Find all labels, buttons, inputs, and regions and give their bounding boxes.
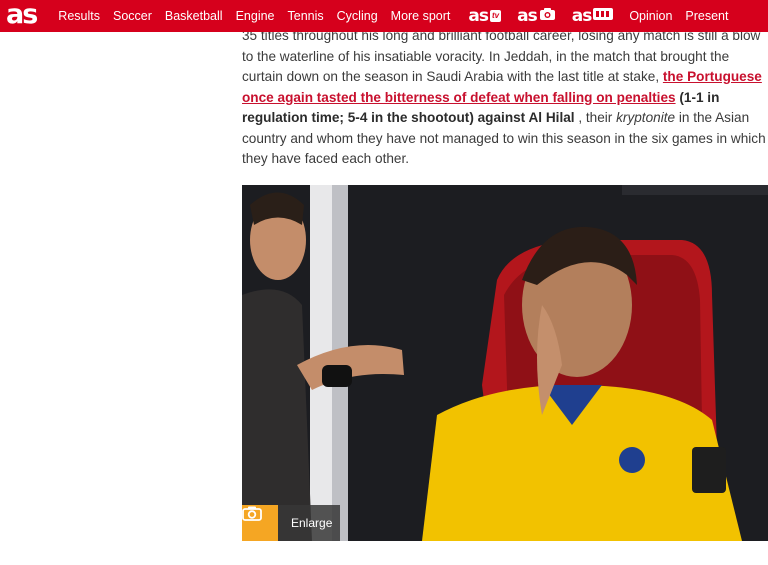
kryptonite-word: kryptonite: [616, 110, 676, 125]
site-logo[interactable]: as: [6, 1, 38, 28]
enlarge-button[interactable]: Enlarge: [242, 505, 340, 541]
paragraph-mid: , their: [574, 110, 617, 125]
tv-tag: tv: [490, 10, 502, 22]
as-color-link[interactable]: as: [572, 7, 614, 25]
nav-item-more-sport[interactable]: More sport: [391, 0, 451, 32]
article-body: 35 titles throughout his long and brilli…: [242, 26, 768, 170]
as-photo-logo-word: as: [517, 5, 538, 26]
nav-item-soccer[interactable]: Soccer: [113, 0, 152, 32]
photo-illustration: [242, 185, 768, 541]
as-tv-link[interactable]: as tv: [468, 5, 502, 26]
enlarge-label: Enlarge: [291, 516, 333, 530]
article-paragraph: 35 titles throughout his long and brilli…: [242, 26, 768, 170]
top-navigation-bar: as Results Soccer Basketball Engine Tenn…: [0, 0, 768, 32]
as-color-logo-word: as: [571, 5, 593, 26]
color-icon: [593, 7, 614, 25]
as-photo-link[interactable]: as: [517, 7, 556, 26]
nav-item-engine[interactable]: Engine: [236, 0, 275, 32]
camera-icon: [539, 7, 556, 26]
article-photo[interactable]: Enlarge: [242, 185, 768, 541]
nav-item-present[interactable]: Present: [685, 0, 728, 32]
nav-item-opinion[interactable]: Opinion: [629, 0, 672, 32]
as-tv-logo-word: as: [468, 5, 489, 26]
nav-item-results[interactable]: Results: [58, 0, 100, 32]
camera-icon: [242, 505, 278, 541]
nav-item-cycling[interactable]: Cycling: [337, 0, 378, 32]
nav-item-basketball[interactable]: Basketball: [165, 0, 223, 32]
nav-item-tennis[interactable]: Tennis: [288, 0, 324, 32]
